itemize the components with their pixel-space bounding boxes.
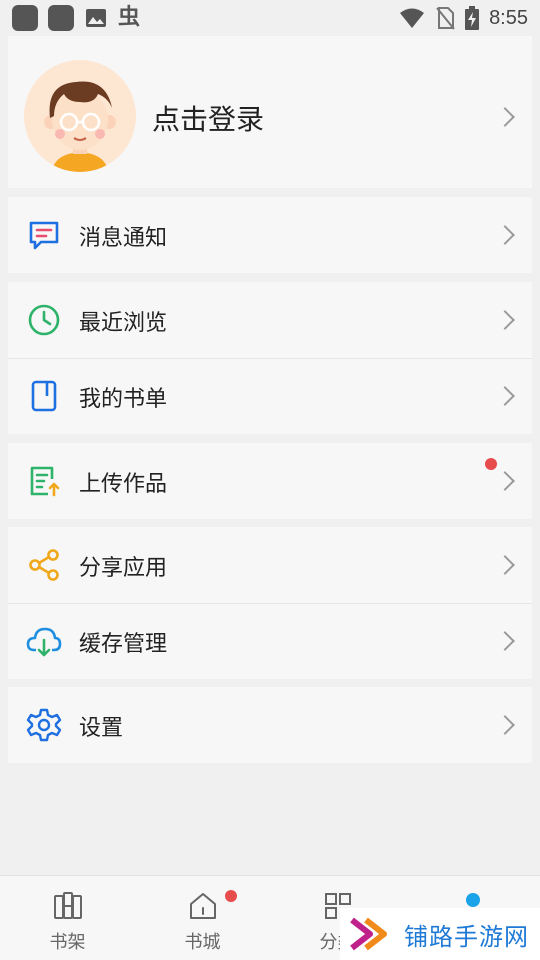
- app-icon: [48, 5, 74, 31]
- menu-item-label: 上传作品: [79, 472, 168, 497]
- menu-item-label: 消息通知: [79, 226, 168, 251]
- nav-label: 书城: [184, 932, 221, 953]
- share-icon: [29, 549, 59, 581]
- chevron-right-icon: [495, 107, 515, 127]
- nav-item-bookshelf[interactable]: 书架: [0, 876, 135, 960]
- menu-item-messages[interactable]: 消息通知: [8, 197, 532, 273]
- upload-card: 上传作品: [8, 443, 532, 519]
- chevron-right-icon: [495, 386, 515, 406]
- notification-badge: [225, 890, 237, 902]
- watermark: 铺路手游网: [340, 908, 540, 960]
- clock-icon: [28, 304, 60, 336]
- profile-card[interactable]: 点击登录: [8, 36, 532, 188]
- chevron-right-icon: [495, 715, 515, 735]
- status-left-icons: 虫: [12, 5, 140, 31]
- menu-item-upload[interactable]: 上传作品: [8, 443, 532, 519]
- chevron-right-icon: [495, 225, 515, 245]
- avatar[interactable]: [24, 60, 136, 172]
- watermark-logo: [350, 917, 387, 951]
- message-icon: [29, 221, 59, 250]
- menu-item-label: 我的书单: [79, 387, 168, 412]
- menu-item-label: 设置: [79, 716, 124, 741]
- chevron-right-icon: [495, 471, 515, 491]
- bookshelf-icon: [53, 892, 82, 919]
- cloud-download-icon: [26, 627, 62, 657]
- status-bar: 虫 8:55: [0, 0, 540, 36]
- nav-item-store[interactable]: 书城: [135, 876, 270, 960]
- nav-label: 书架: [49, 932, 86, 953]
- chevron-right-icon: [495, 631, 515, 651]
- status-right-icons: 8:55: [399, 6, 528, 30]
- settings-card: 设置: [8, 687, 532, 763]
- tools-card: 分享应用 缓存管理: [8, 527, 532, 679]
- app-icon: [12, 5, 38, 31]
- menu-item-booklist[interactable]: 我的书单: [8, 358, 532, 434]
- browse-card: 最近浏览 我的书单: [8, 282, 532, 434]
- menu-item-share[interactable]: 分享应用: [8, 527, 532, 603]
- status-time: 8:55: [489, 6, 528, 29]
- home-icon: [189, 893, 216, 919]
- menu-item-label: 最近浏览: [79, 311, 168, 336]
- messages-card: 消息通知: [8, 197, 532, 273]
- menu-item-label: 分享应用: [79, 556, 168, 581]
- book-icon: [31, 380, 57, 412]
- menu-item-label: 缓存管理: [79, 632, 168, 657]
- menu-item-settings[interactable]: 设置: [8, 687, 532, 763]
- upload-doc-icon: [30, 466, 60, 497]
- chevron-right-icon: [495, 310, 515, 330]
- no-sim-icon: [436, 7, 455, 30]
- chevron-right-icon: [495, 555, 515, 575]
- avatar-illustration: [44, 81, 116, 172]
- battery-charging-icon: [465, 6, 480, 30]
- menu-item-cache[interactable]: 缓存管理: [8, 603, 532, 679]
- watermark-text: 铺路手游网: [404, 922, 529, 951]
- notification-badge: [485, 458, 497, 470]
- menu-item-recent[interactable]: 最近浏览: [8, 282, 532, 358]
- wifi-icon: [400, 8, 425, 28]
- bug-icon: 虫: [118, 5, 141, 30]
- image-icon: [86, 9, 106, 27]
- login-label[interactable]: 点击登录: [152, 98, 264, 138]
- gear-icon: [26, 708, 62, 742]
